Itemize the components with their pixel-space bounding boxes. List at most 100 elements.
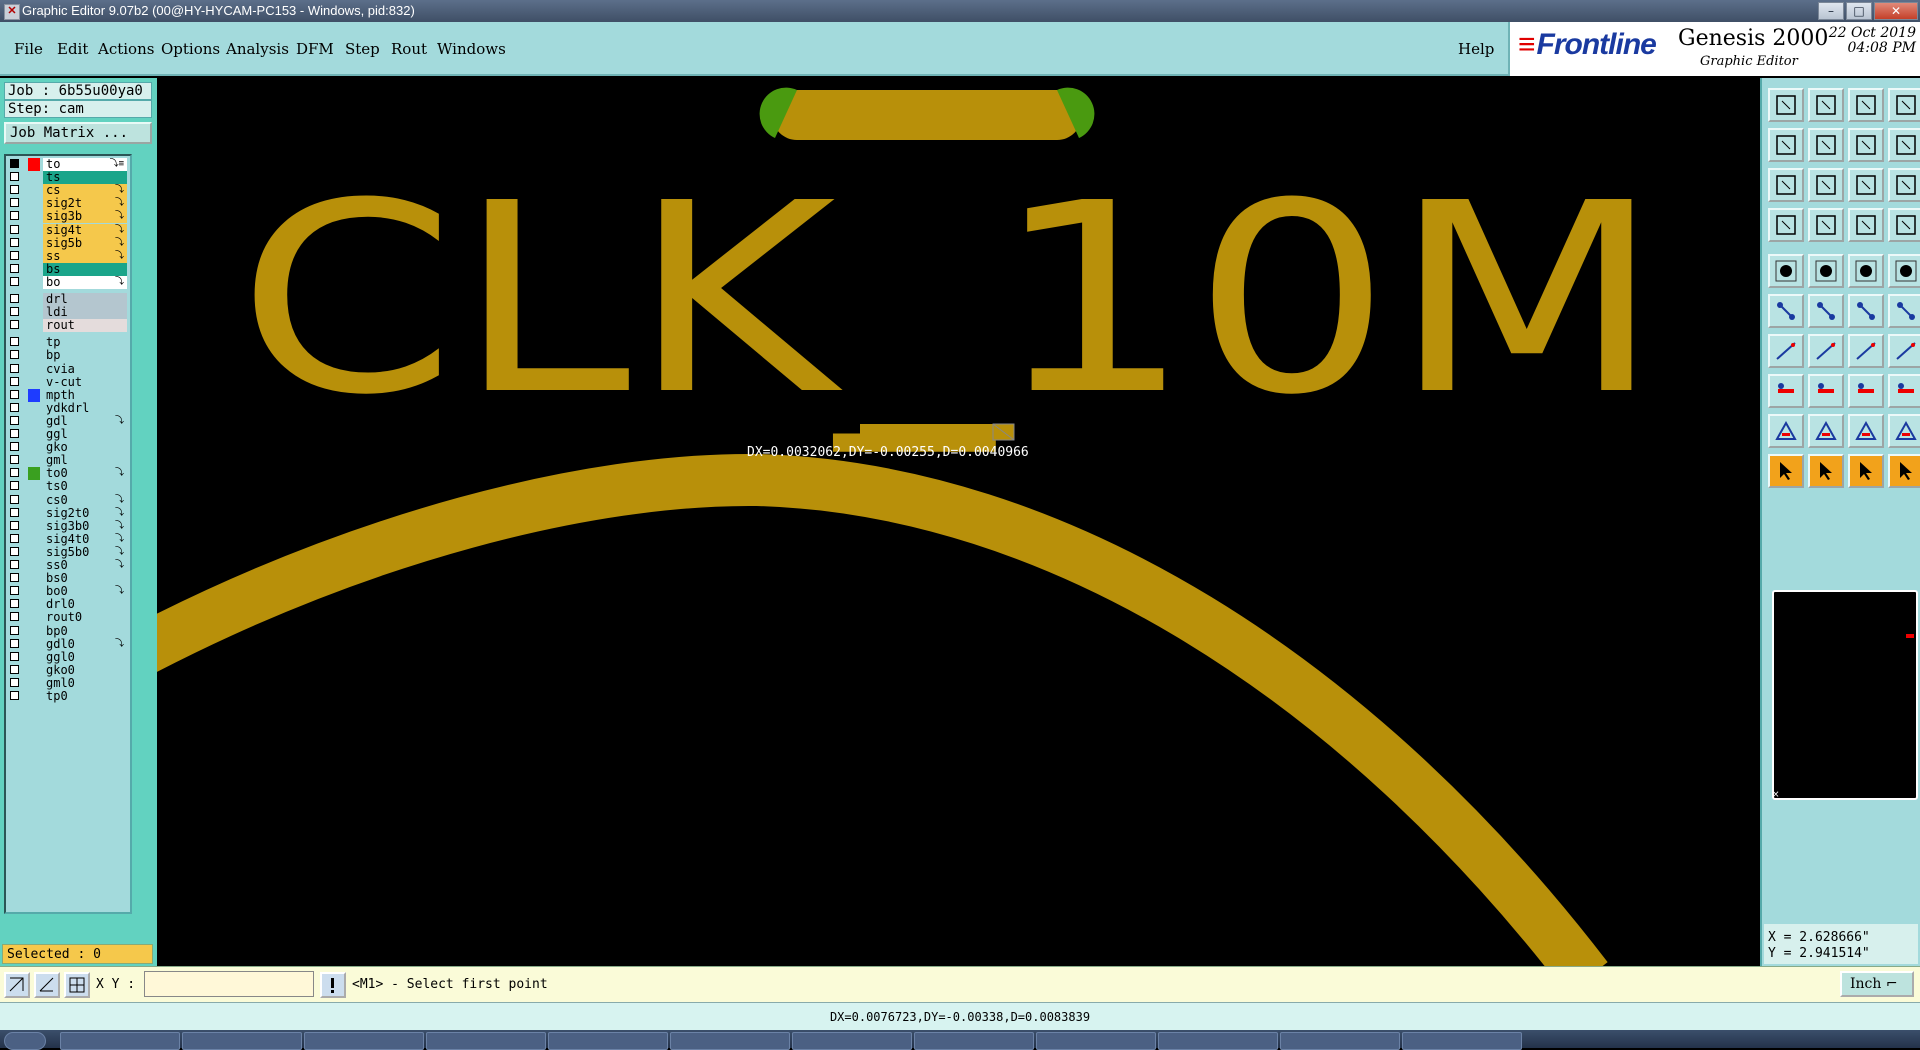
layer-checkbox[interactable] xyxy=(10,294,19,303)
center-button[interactable] xyxy=(1808,168,1844,202)
layer-row-bo[interactable]: bo ⤵ xyxy=(6,275,127,289)
redraw-button[interactable] xyxy=(1888,128,1920,162)
layer-name[interactable]: v-cut xyxy=(43,375,127,389)
taskbar-item[interactable] xyxy=(670,1032,790,1050)
layer-row-cvia[interactable]: cvia xyxy=(6,362,127,376)
snap-off-button[interactable] xyxy=(4,972,30,998)
layer-name[interactable]: ldi xyxy=(43,306,127,320)
layer-name[interactable]: ss ⤵ xyxy=(43,249,127,263)
layer-checkbox[interactable] xyxy=(10,276,19,286)
taskbar-item[interactable] xyxy=(426,1032,546,1050)
layer-checkbox[interactable] xyxy=(10,389,19,399)
taskbar-item[interactable] xyxy=(914,1032,1034,1050)
layer-name[interactable]: drl xyxy=(43,293,127,306)
layer-checkbox[interactable] xyxy=(10,263,19,273)
layer-name[interactable]: sig3b0 ⤵ xyxy=(43,519,127,533)
menu-dfm[interactable]: DFM xyxy=(296,40,334,58)
layer-row-drl0[interactable]: drl0 xyxy=(6,598,127,612)
menu-help[interactable]: Help xyxy=(1458,40,1494,58)
taskbar-item[interactable] xyxy=(548,1032,668,1050)
zoom-in-button[interactable] xyxy=(1808,88,1844,122)
layer-row-ss[interactable]: ss ⤵ xyxy=(6,249,127,263)
arc-button[interactable] xyxy=(1848,334,1884,368)
xy-input[interactable] xyxy=(144,971,314,997)
layer-checkbox[interactable] xyxy=(10,638,19,648)
layer-row-tp[interactable]: tp xyxy=(6,336,127,350)
layer-row-sig2t0[interactable]: sig2t0 ⤵ xyxy=(6,506,127,520)
menu-file[interactable]: File xyxy=(14,40,43,58)
taskbar-item[interactable] xyxy=(1158,1032,1278,1050)
window-button[interactable] xyxy=(1888,88,1920,122)
layer-name[interactable]: gdl0 ⤵ xyxy=(43,637,127,651)
layer-checkbox[interactable] xyxy=(10,320,19,330)
layer-row-mpth[interactable]: mpth xyxy=(6,388,127,402)
layer-row-gml[interactable]: gml xyxy=(6,454,127,468)
fit-button[interactable] xyxy=(1768,168,1804,202)
pan-left-button[interactable] xyxy=(1768,128,1804,162)
menu-edit[interactable]: Edit xyxy=(57,40,88,58)
layer-row-sig3b0[interactable]: sig3b0 ⤵ xyxy=(6,519,127,533)
layer-name[interactable]: sig4t ⤵ xyxy=(43,223,127,237)
node-button[interactable] xyxy=(1768,294,1804,328)
layer-name[interactable]: gko0 xyxy=(43,663,127,677)
layer-checkbox[interactable] xyxy=(10,677,19,687)
layer-checkbox[interactable] xyxy=(10,350,19,360)
layer-checkbox[interactable] xyxy=(10,224,19,234)
layer-checkbox[interactable] xyxy=(10,625,19,635)
triangle2-button[interactable] xyxy=(1808,414,1844,448)
point-button[interactable] xyxy=(1848,294,1884,328)
graphic-canvas[interactable]: CLK_10M DX=0.0032062,DY=-0.00255,D=0.004… xyxy=(157,78,1760,966)
help-button[interactable] xyxy=(1888,168,1920,202)
menu-step[interactable]: Step xyxy=(345,40,380,58)
move-button[interactable] xyxy=(1768,374,1804,408)
unit-selector[interactable]: Inch ⌐ xyxy=(1840,971,1914,997)
layer-row-cs0[interactable]: cs0 ⤵ xyxy=(6,493,127,507)
layer-checkbox[interactable] xyxy=(10,507,19,517)
layer-row-bs0[interactable]: bs0 xyxy=(6,572,127,586)
alert-button[interactable] xyxy=(320,972,346,998)
layer-checkbox[interactable] xyxy=(10,337,19,347)
layer-name[interactable]: ggl0 xyxy=(43,650,127,664)
layer-row-gml0[interactable]: gml0 xyxy=(6,676,127,690)
layer-name[interactable]: ggl xyxy=(43,428,127,441)
layer-checkbox[interactable] xyxy=(10,533,19,543)
layer-checkbox[interactable] xyxy=(10,415,19,425)
layer-name[interactable]: bs xyxy=(43,262,127,276)
layer-name[interactable]: sig2t ⤵ xyxy=(43,197,127,211)
layer-checkbox[interactable] xyxy=(10,211,19,221)
layer-name[interactable]: gml xyxy=(43,454,127,468)
layer-checkbox[interactable] xyxy=(10,546,19,556)
layer-row-bp[interactable]: bp xyxy=(6,349,127,363)
layer-checkbox[interactable] xyxy=(10,573,19,583)
layer-checkbox[interactable] xyxy=(10,560,19,569)
layer-name[interactable]: ts xyxy=(43,171,127,185)
layer-row-sig5b[interactable]: sig5b ⤵ xyxy=(6,236,127,250)
layer-name[interactable]: rout xyxy=(43,319,127,333)
layer-row-gko0[interactable]: gko0 xyxy=(6,663,127,677)
layer-row-sig4t[interactable]: sig4t ⤵ xyxy=(6,223,127,237)
layer-name[interactable]: sig5b ⤵ xyxy=(43,236,127,250)
line-tool-button[interactable] xyxy=(1768,334,1804,368)
layer-row-v-cut[interactable]: v-cut xyxy=(6,375,127,389)
scale-button[interactable] xyxy=(1848,168,1884,202)
layer-name[interactable]: bs0 xyxy=(43,572,127,586)
measure-button[interactable] xyxy=(1808,208,1844,242)
layer-row-ldi[interactable]: ldi xyxy=(6,306,127,320)
layer-name[interactable]: gdl ⤵ xyxy=(43,414,127,428)
menu-rout[interactable]: Rout xyxy=(391,40,427,58)
layer-name[interactable]: ss0 ⤵ xyxy=(43,559,127,572)
overview-window[interactable]: × xyxy=(1772,590,1918,800)
taskbar-item[interactable] xyxy=(304,1032,424,1050)
layer-checkbox[interactable] xyxy=(10,198,19,208)
layer-row-bp0[interactable]: bp0 xyxy=(6,624,127,638)
layer-name[interactable]: drl0 xyxy=(43,598,127,612)
layer-name[interactable]: bp0 xyxy=(43,624,127,638)
minimize-button[interactable]: – xyxy=(1818,2,1844,20)
taskbar-item[interactable] xyxy=(182,1032,302,1050)
layer-row-drl[interactable]: drl xyxy=(6,293,127,306)
layer-row-rout[interactable]: rout xyxy=(6,319,127,333)
layer-checkbox[interactable] xyxy=(10,307,19,317)
triangle4-button[interactable] xyxy=(1888,414,1920,448)
undo-view-button[interactable] xyxy=(1848,128,1884,162)
snap-button[interactable] xyxy=(1768,208,1804,242)
